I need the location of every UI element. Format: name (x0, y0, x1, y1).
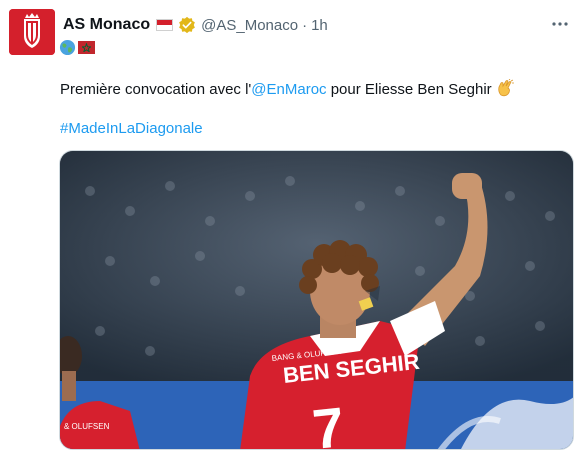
hashtag-link[interactable]: #MadeInLaDiagonale (60, 120, 203, 137)
other-player-sponsor-text: & OLUFSEN (64, 422, 110, 431)
author-handle[interactable]: @AS_Monaco (201, 17, 298, 34)
separator-dot: · (302, 16, 308, 34)
tweet-text-after: pour Eliesse Ben Seghir (326, 81, 492, 98)
tweet-header: AS Monaco @AS_Monaco · 1h (63, 14, 328, 36)
tweet[interactable]: AS Monaco @AS_Monaco · 1h Première convo… (0, 0, 583, 450)
morocco-flag-icon (78, 41, 95, 54)
player-photo-image: BEN SEGHIR BANG & OLUFSEN 7 & OLUFSEN (60, 151, 573, 449)
hashtag-line: #MadeInLaDiagonale (60, 120, 203, 137)
tweet-text: Première convocation avec l'@EnMaroc pou… (60, 79, 514, 98)
avatar[interactable] (9, 9, 55, 55)
profile-badges (59, 39, 95, 56)
clapping-hands-icon (498, 79, 514, 97)
more-options-button[interactable] (548, 12, 572, 36)
timestamp[interactable]: 1h (311, 17, 328, 34)
globe-icon (59, 39, 76, 56)
monaco-flag-icon (156, 19, 174, 31)
author-name[interactable]: AS Monaco (63, 16, 150, 34)
verified-badge-icon[interactable] (178, 16, 196, 34)
as-monaco-crest-icon (9, 9, 55, 55)
more-horizontal-icon (552, 22, 568, 26)
tweet-text-before: Première convocation avec l' (60, 81, 252, 98)
mention-link[interactable]: @EnMaroc (251, 81, 326, 98)
tweet-photo[interactable]: BEN SEGHIR BANG & OLUFSEN 7 & OLUFSEN (59, 150, 574, 450)
